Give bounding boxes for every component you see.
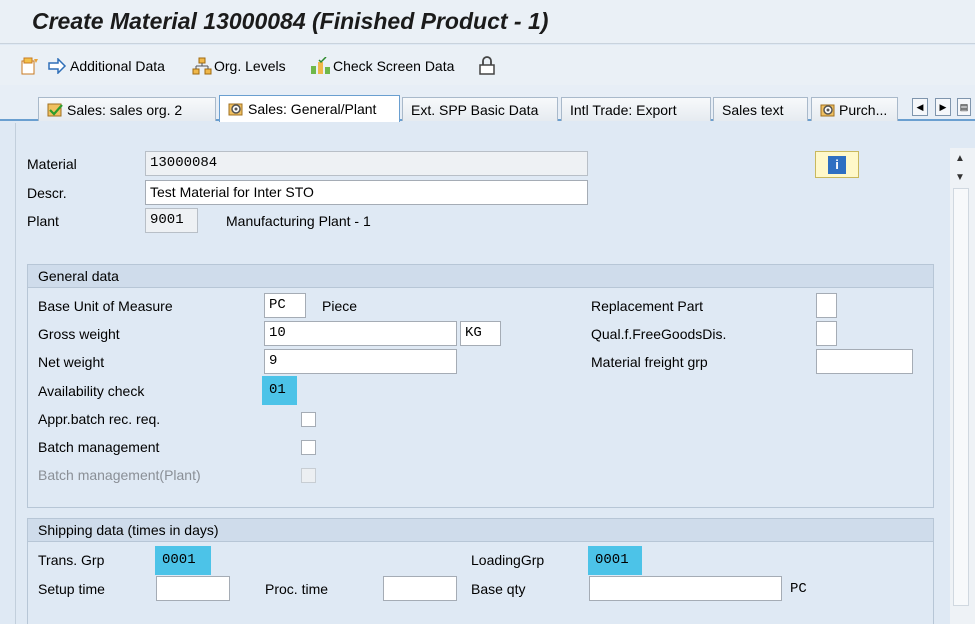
shipping-data-title: Shipping data (times in days) <box>28 519 933 542</box>
plant-field: 9001 <box>145 208 198 233</box>
tab-label: Purch... <box>839 101 888 118</box>
proc-time-field[interactable] <box>383 576 457 601</box>
replacement-part-field[interactable] <box>816 293 837 318</box>
tab-label: Sales: sales org. 2 <box>67 101 183 118</box>
replacement-part-label: Replacement Part <box>591 298 704 314</box>
scroll-up-icon[interactable]: ▲ <box>955 153 965 164</box>
loading-grp-field[interactable]: 0001 <box>590 548 640 573</box>
net-weight-field[interactable]: 9 <box>264 349 457 374</box>
info-button[interactable]: i <box>815 151 859 178</box>
additional-data-button[interactable]: Additional Data <box>47 55 165 77</box>
tab-label: Sales text <box>722 101 784 118</box>
descr-label: Descr. <box>27 185 67 201</box>
tab-purchasing[interactable]: Purch... <box>811 97 898 121</box>
additional-data-label: Additional Data <box>70 58 165 74</box>
tab-sales-sales-org-2[interactable]: Sales: sales org. 2 <box>38 97 216 121</box>
base-qty-label: Base qty <box>471 581 526 597</box>
gross-weight-field[interactable]: 10 <box>264 321 457 346</box>
trans-grp-field[interactable]: 0001 <box>157 548 209 573</box>
trans-grp-label: Trans. Grp <box>38 552 105 568</box>
batch-management-plant-checkbox <box>301 468 316 483</box>
title-bar: Create Material 13000084 (Finished Produ… <box>0 0 975 44</box>
tab-strip: Sales: sales org. 2 Sales: General/Plant… <box>0 85 975 122</box>
base-uom-text: Piece <box>322 298 358 314</box>
tab-scroll-right-icon[interactable]: ▶ <box>935 98 951 116</box>
tab-sales-text[interactable]: Sales text <box>713 97 808 121</box>
material-freight-label: Material freight grp <box>591 354 708 370</box>
setup-time-field[interactable] <box>156 576 230 601</box>
appr-batch-label: Appr.batch rec. req. <box>38 411 161 427</box>
batch-management-label: Batch management <box>38 439 160 455</box>
tab-intl-trade-export[interactable]: Intl Trade: Export <box>561 97 711 121</box>
plant-label: Plant <box>27 213 59 229</box>
check-screen-data-button[interactable]: Check Screen Data <box>310 55 454 77</box>
lock-icon[interactable] <box>478 55 496 77</box>
qual-free-goods-label: Qual.f.FreeGoodsDis. <box>591 326 727 342</box>
vertical-scrollbar[interactable]: ▲ ▼ <box>950 148 975 624</box>
batch-management-checkbox[interactable] <box>301 440 316 455</box>
check-green-icon <box>47 102 63 118</box>
new-entries-icon[interactable] <box>20 55 40 77</box>
org-hierarchy-icon <box>192 57 212 75</box>
plant-description: Manufacturing Plant - 1 <box>226 213 371 229</box>
tab-list-icon[interactable]: ▤ <box>957 98 971 116</box>
tab-label: Sales: General/Plant <box>248 101 377 117</box>
loading-grp-label: LoadingGrp <box>471 552 545 568</box>
org-levels-label: Org. Levels <box>214 58 286 74</box>
weight-unit-field[interactable]: KG <box>460 321 501 346</box>
availability-check-label: Availability check <box>38 383 145 399</box>
check-screen-icon <box>311 57 330 74</box>
scroll-thumb[interactable] <box>953 188 969 606</box>
gross-weight-label: Gross weight <box>38 326 120 342</box>
batch-management-plant-label: Batch management(Plant) <box>38 467 201 483</box>
tab-sales-general-plant[interactable]: Sales: General/Plant <box>219 95 400 122</box>
base-uom-field[interactable]: PC <box>264 293 306 318</box>
general-data-title: General data <box>28 265 933 288</box>
material-label: Material <box>27 156 77 172</box>
material-field: 13000084 <box>145 151 588 176</box>
scroll-down-icon[interactable]: ▼ <box>955 172 965 183</box>
qual-free-goods-field[interactable] <box>816 321 837 346</box>
setup-time-label: Setup time <box>38 581 105 597</box>
availability-check-field[interactable]: 01 <box>264 378 295 403</box>
tab-scroll-left-icon[interactable]: ◀ <box>912 98 928 116</box>
info-icon: i <box>828 155 846 174</box>
gear-icon <box>820 102 836 118</box>
description-field[interactable]: Test Material for Inter STO <box>145 180 588 205</box>
tab-ext-spp-basic-data[interactable]: Ext. SPP Basic Data <box>402 97 558 121</box>
tab-label: Ext. SPP Basic Data <box>411 101 539 118</box>
org-levels-button[interactable]: Org. Levels <box>192 55 286 77</box>
base-uom-label: Base Unit of Measure <box>38 298 173 314</box>
base-qty-unit: PC <box>790 581 807 597</box>
base-qty-field[interactable] <box>589 576 782 601</box>
application-toolbar: Additional Data Org. Levels Check Screen… <box>0 45 975 85</box>
material-freight-field[interactable] <box>816 349 913 374</box>
arrow-right-icon <box>48 58 67 74</box>
window-title: Create Material 13000084 (Finished Produ… <box>32 8 549 34</box>
gear-icon <box>228 101 244 117</box>
net-weight-label: Net weight <box>38 354 105 370</box>
tab-label: Intl Trade: Export <box>570 101 677 118</box>
check-screen-data-label: Check Screen Data <box>333 58 455 74</box>
appr-batch-checkbox[interactable] <box>301 412 316 427</box>
proc-time-label: Proc. time <box>265 581 329 597</box>
